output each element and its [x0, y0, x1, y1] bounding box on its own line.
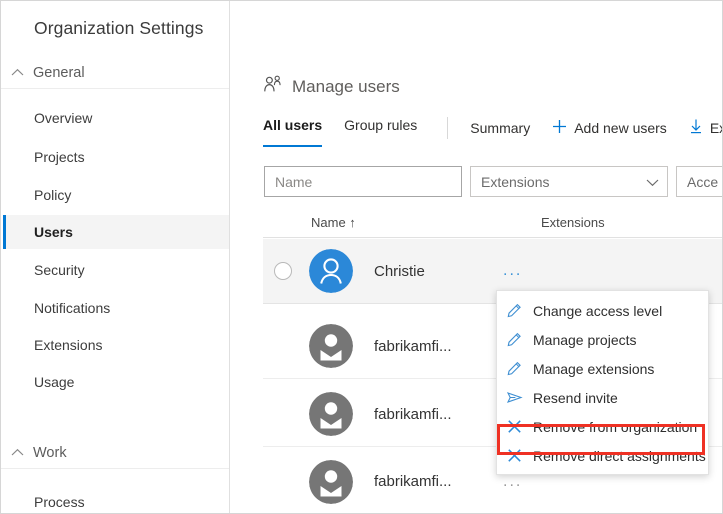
chevron-up-icon — [1, 68, 33, 77]
menu-item-resend-invite[interactable]: Resend invite — [497, 383, 708, 412]
summary-button[interactable]: Summary — [470, 120, 530, 136]
sidebar-item-security[interactable]: Security — [3, 253, 230, 287]
sidebar-item-label: Extensions — [34, 337, 102, 353]
sidebar-item-process[interactable]: Process — [3, 485, 230, 513]
menu-item-label: Manage projects — [533, 332, 637, 348]
name-filter-input[interactable] — [264, 166, 462, 197]
row-actions-menu-button[interactable]: ... — [503, 474, 522, 490]
table-header-row: Name ↑ Extensions — [263, 212, 723, 238]
chevron-up-icon — [1, 448, 33, 457]
sidebar-item-extensions[interactable]: Extensions — [3, 328, 230, 362]
menu-item-label: Remove from organization — [533, 419, 697, 435]
extensions-filter-label: Extensions — [481, 174, 549, 190]
tab-label: Group rules — [344, 117, 417, 133]
sidebar-item-label: Overview — [34, 110, 92, 126]
menu-item-remove-from-organization[interactable]: Remove from organization — [497, 412, 708, 441]
row-actions-menu-button[interactable]: ... — [503, 263, 522, 279]
sidebar-item-label: Process — [34, 494, 85, 510]
user-avatar — [309, 249, 353, 293]
column-header-extensions[interactable]: Extensions — [541, 215, 605, 230]
toolbar-divider — [447, 117, 448, 139]
user-name: fabrikamfi... — [374, 338, 452, 355]
sidebar-item-label: Usage — [34, 374, 74, 390]
row-context-menu: Change access level Manage projects Mana… — [496, 290, 709, 475]
export-label: Ex — [710, 120, 722, 136]
close-x-icon — [507, 448, 533, 463]
page-title: Organization Settings — [34, 18, 203, 39]
pencil-icon — [507, 332, 533, 347]
column-header-name[interactable]: Name ↑ — [311, 215, 356, 230]
sidebar-item-notifications[interactable]: Notifications — [3, 291, 230, 325]
sidebar-section-label: General — [33, 65, 85, 81]
app-window: Organization Settings General Overview P… — [0, 0, 723, 514]
export-button[interactable]: Ex — [689, 119, 722, 137]
sidebar-item-overview[interactable]: Overview — [3, 101, 230, 135]
manage-users-header: Manage users — [263, 75, 400, 98]
tab-all-users[interactable]: All users — [263, 117, 322, 147]
menu-item-manage-extensions[interactable]: Manage extensions — [497, 354, 708, 383]
tab-label: All users — [263, 117, 322, 133]
user-avatar — [309, 460, 353, 504]
sidebar-section-label: Work — [33, 445, 67, 461]
menu-item-label: Remove direct assignments — [533, 448, 706, 464]
access-levels-filter-label: Acce — [687, 174, 718, 190]
chevron-down-icon — [646, 174, 659, 190]
menu-item-manage-projects[interactable]: Manage projects — [497, 325, 708, 354]
page-heading: Manage users — [292, 77, 400, 97]
extensions-filter-dropdown[interactable]: Extensions — [470, 166, 668, 197]
sidebar-item-policy[interactable]: Policy — [3, 178, 230, 212]
people-icon — [263, 75, 283, 98]
sidebar-item-label: Projects — [34, 149, 85, 165]
sidebar-section-work[interactable]: Work — [1, 437, 230, 469]
user-name: fabrikamfi... — [374, 473, 452, 490]
sidebar-item-label: Notifications — [34, 300, 110, 316]
add-new-users-button[interactable]: Add new users — [552, 119, 667, 137]
access-levels-filter-dropdown[interactable]: Acce — [676, 166, 722, 197]
sidebar-item-projects[interactable]: Projects — [3, 140, 230, 174]
add-new-users-label: Add new users — [574, 120, 667, 136]
menu-item-remove-direct-assignments[interactable]: Remove direct assignments — [497, 441, 708, 470]
menu-item-label: Manage extensions — [533, 361, 654, 377]
pencil-icon — [507, 303, 533, 318]
sidebar-item-label: Users — [34, 224, 73, 240]
tab-and-command-bar: All users Group rules Summary Add new us… — [263, 117, 722, 147]
sidebar-item-usage[interactable]: Usage — [3, 365, 230, 399]
sidebar: Organization Settings General Overview P… — [1, 1, 230, 513]
menu-item-label: Change access level — [533, 303, 662, 319]
download-icon — [689, 119, 703, 137]
filter-bar: Extensions Acce — [264, 166, 722, 197]
send-icon — [507, 391, 533, 404]
plus-icon — [552, 119, 567, 137]
sidebar-item-label: Security — [34, 262, 85, 278]
tab-group-rules[interactable]: Group rules — [344, 117, 417, 147]
user-name: Christie — [374, 263, 425, 280]
close-x-icon — [507, 419, 533, 434]
sidebar-item-users[interactable]: Users — [3, 215, 230, 249]
sidebar-section-general[interactable]: General — [1, 57, 230, 89]
user-avatar — [309, 392, 353, 436]
menu-item-label: Resend invite — [533, 390, 618, 406]
sidebar-item-label: Policy — [34, 187, 71, 203]
pencil-icon — [507, 361, 533, 376]
summary-label: Summary — [470, 120, 530, 136]
menu-item-change-access-level[interactable]: Change access level — [497, 296, 708, 325]
row-select-radio[interactable] — [274, 262, 292, 280]
user-avatar — [309, 324, 353, 368]
user-name: fabrikamfi... — [374, 406, 452, 423]
